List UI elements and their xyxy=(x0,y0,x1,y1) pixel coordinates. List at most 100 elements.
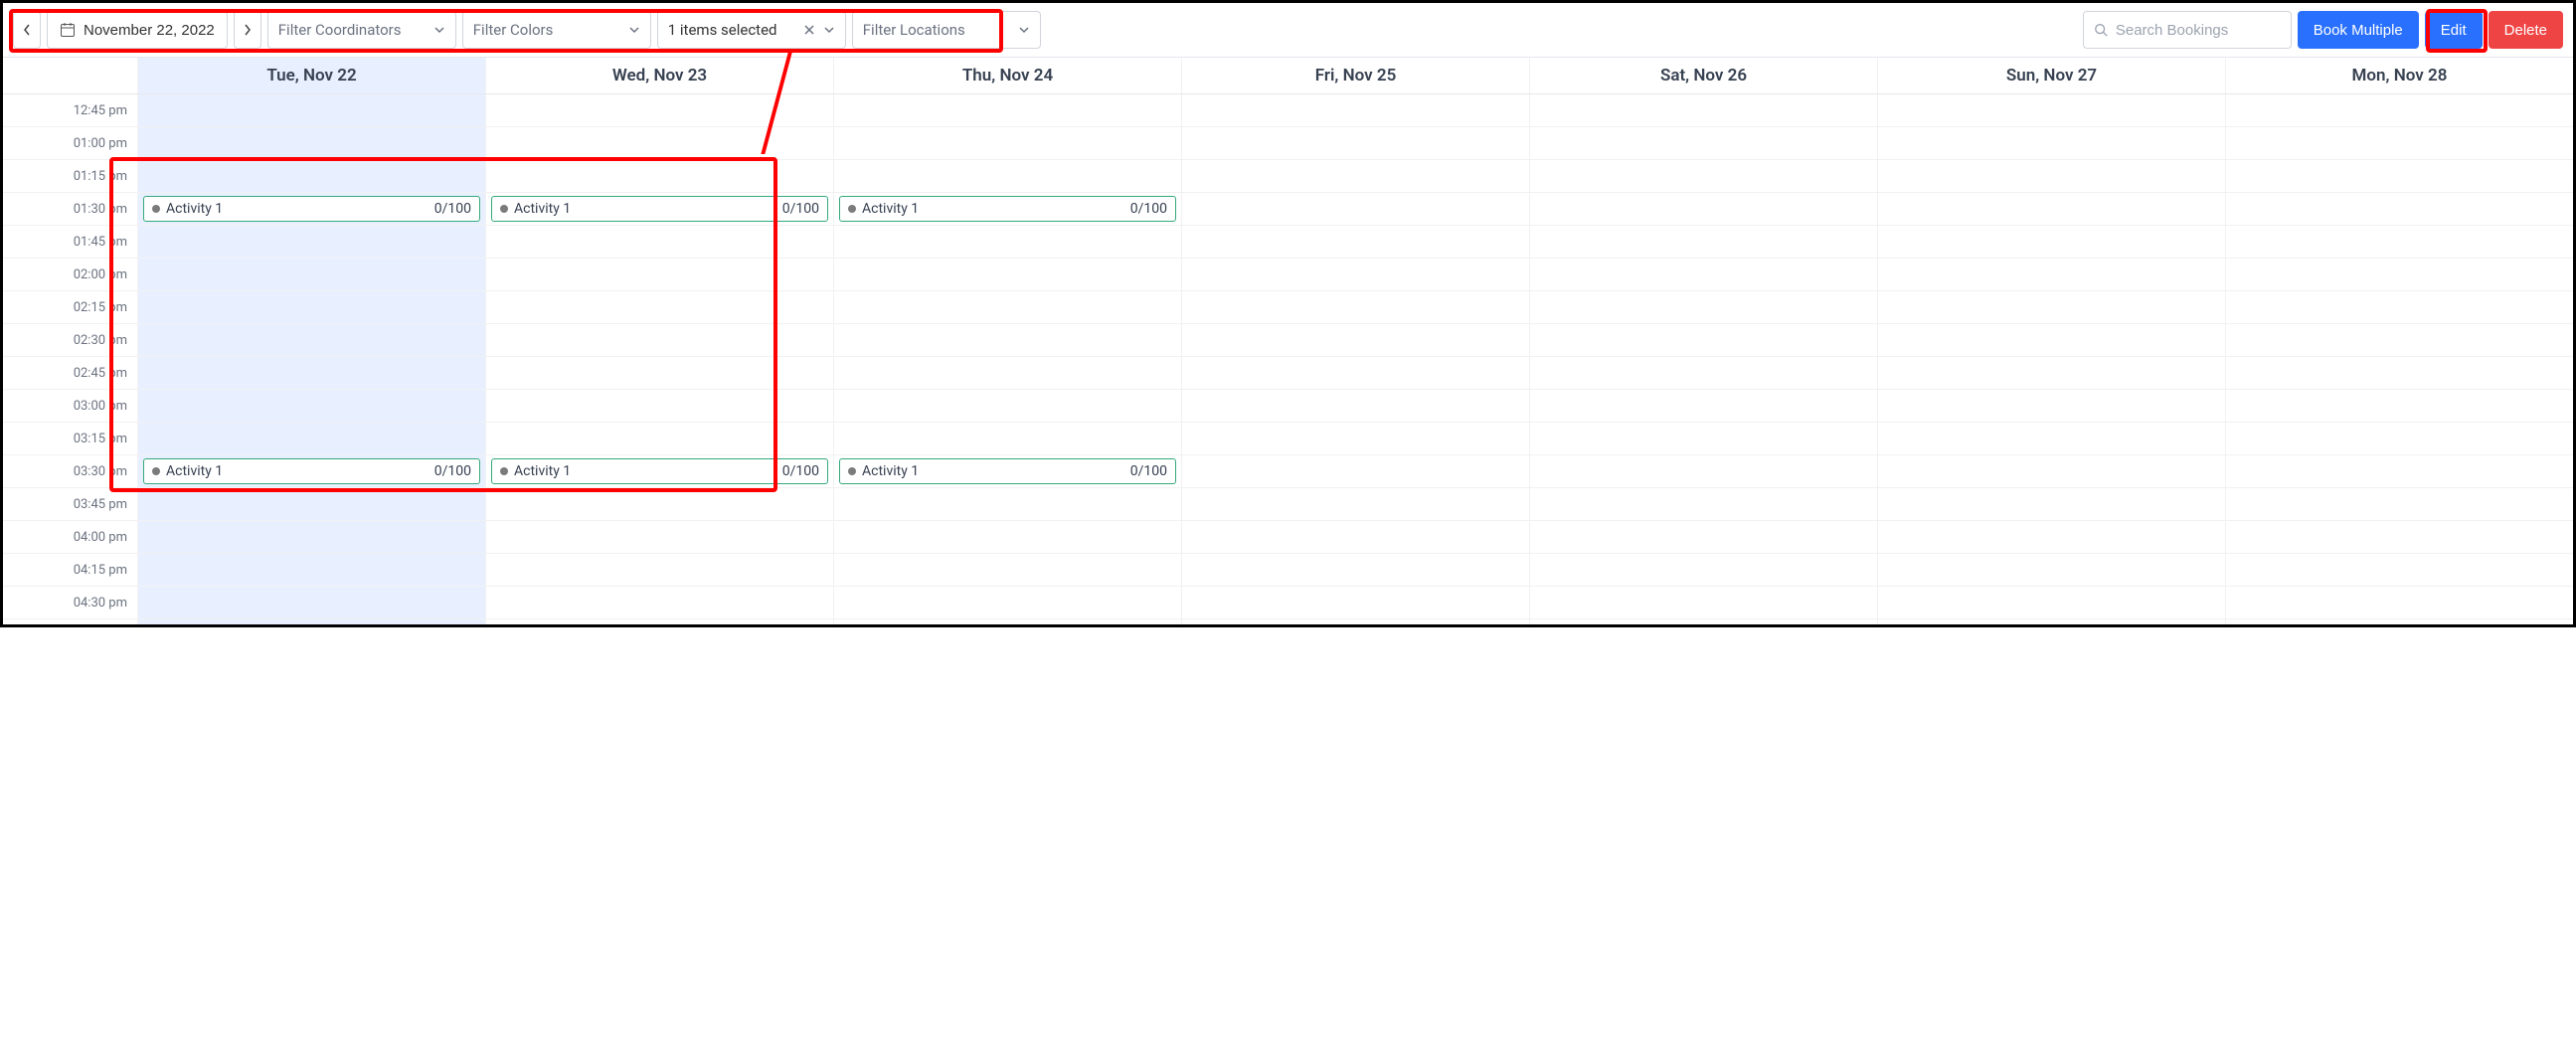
time-cell[interactable] xyxy=(1878,160,2225,193)
time-cell[interactable] xyxy=(1878,127,2225,160)
time-cell[interactable] xyxy=(1878,94,2225,127)
time-cell[interactable] xyxy=(486,291,833,324)
time-cell[interactable] xyxy=(1182,587,1529,619)
delete-button[interactable]: Delete xyxy=(2489,11,2563,49)
time-cell[interactable] xyxy=(834,488,1181,521)
time-cell[interactable] xyxy=(834,357,1181,390)
time-cell[interactable] xyxy=(1878,587,2225,619)
time-cell[interactable] xyxy=(1182,259,1529,291)
day-column[interactable] xyxy=(1529,94,1877,624)
time-cell[interactable] xyxy=(1182,488,1529,521)
time-cell[interactable] xyxy=(1878,619,2225,624)
edit-button[interactable]: Edit xyxy=(2425,11,2483,49)
time-cell[interactable] xyxy=(486,587,833,619)
time-cell[interactable] xyxy=(486,160,833,193)
booking-event[interactable]: Activity 10/100 xyxy=(143,196,480,222)
time-cell[interactable] xyxy=(834,291,1181,324)
filter-locations[interactable]: Filter Locations xyxy=(852,11,1041,49)
time-cell[interactable] xyxy=(834,521,1181,554)
time-cell[interactable] xyxy=(1878,521,2225,554)
time-cell[interactable] xyxy=(2226,324,2573,357)
time-cell[interactable] xyxy=(834,226,1181,259)
time-cell[interactable] xyxy=(486,423,833,455)
time-cell[interactable] xyxy=(138,357,485,390)
time-cell[interactable] xyxy=(138,488,485,521)
time-cell[interactable] xyxy=(834,259,1181,291)
time-cell[interactable]: Activity 10/100 xyxy=(138,193,485,226)
time-cell[interactable] xyxy=(138,259,485,291)
time-cell[interactable] xyxy=(1530,521,1877,554)
time-cell[interactable] xyxy=(1878,357,2225,390)
time-cell[interactable] xyxy=(2226,291,2573,324)
time-cell[interactable] xyxy=(138,619,485,624)
time-cell[interactable] xyxy=(2226,488,2573,521)
time-cell[interactable]: Activity 10/100 xyxy=(486,193,833,226)
time-cell[interactable] xyxy=(1530,587,1877,619)
time-cell[interactable] xyxy=(138,291,485,324)
time-cell[interactable] xyxy=(2226,455,2573,488)
time-cell[interactable] xyxy=(2226,587,2573,619)
time-cell[interactable] xyxy=(1878,554,2225,587)
time-cell[interactable] xyxy=(1182,554,1529,587)
time-cell[interactable] xyxy=(1182,324,1529,357)
time-cell[interactable] xyxy=(1530,554,1877,587)
time-cell[interactable] xyxy=(834,324,1181,357)
time-cell[interactable] xyxy=(1182,619,1529,624)
time-cell[interactable] xyxy=(1182,127,1529,160)
time-cell[interactable] xyxy=(138,587,485,619)
time-cell[interactable] xyxy=(486,357,833,390)
time-cell[interactable] xyxy=(1530,423,1877,455)
time-cell[interactable] xyxy=(1878,193,2225,226)
time-cell[interactable] xyxy=(834,390,1181,423)
time-cell[interactable] xyxy=(834,127,1181,160)
time-cell[interactable] xyxy=(2226,259,2573,291)
time-cell[interactable]: Activity 10/100 xyxy=(486,455,833,488)
time-cell[interactable] xyxy=(1182,94,1529,127)
time-cell[interactable] xyxy=(486,554,833,587)
time-cell[interactable] xyxy=(1530,193,1877,226)
time-cell[interactable] xyxy=(1878,226,2225,259)
time-cell[interactable] xyxy=(486,94,833,127)
time-cell[interactable] xyxy=(2226,160,2573,193)
time-cell[interactable] xyxy=(2226,619,2573,624)
time-cell[interactable] xyxy=(1182,291,1529,324)
time-cell[interactable] xyxy=(1530,619,1877,624)
time-cell[interactable] xyxy=(2226,127,2573,160)
time-cell[interactable] xyxy=(1530,226,1877,259)
time-cell[interactable] xyxy=(138,226,485,259)
time-cell[interactable] xyxy=(1182,521,1529,554)
time-cell[interactable] xyxy=(1878,390,2225,423)
time-cell[interactable] xyxy=(1878,455,2225,488)
time-cell[interactable] xyxy=(1878,291,2225,324)
time-cell[interactable] xyxy=(138,423,485,455)
time-cell[interactable] xyxy=(1530,127,1877,160)
day-column[interactable] xyxy=(1181,94,1529,624)
search-bookings[interactable] xyxy=(2083,11,2292,49)
day-column[interactable]: Activity 10/100Activity 10/100 xyxy=(833,94,1181,624)
time-cell[interactable]: Activity 10/100 xyxy=(138,455,485,488)
booking-event[interactable]: Activity 10/100 xyxy=(839,458,1176,484)
time-cell[interactable] xyxy=(138,390,485,423)
time-cell[interactable] xyxy=(834,587,1181,619)
day-column[interactable]: Activity 10/100 Activity 10/100 xyxy=(137,94,485,624)
time-cell[interactable] xyxy=(1182,357,1529,390)
time-cell[interactable] xyxy=(1530,324,1877,357)
time-cell[interactable] xyxy=(1878,259,2225,291)
time-cell[interactable] xyxy=(1530,390,1877,423)
time-cell[interactable] xyxy=(834,160,1181,193)
next-week-button[interactable] xyxy=(234,11,261,49)
time-cell[interactable] xyxy=(2226,423,2573,455)
date-picker-button[interactable]: November 22, 2022 xyxy=(47,11,228,49)
time-cell[interactable] xyxy=(486,390,833,423)
time-cell[interactable] xyxy=(2226,193,2573,226)
time-cell[interactable] xyxy=(2226,226,2573,259)
time-cell[interactable] xyxy=(1530,357,1877,390)
time-cell[interactable] xyxy=(1182,423,1529,455)
search-input[interactable] xyxy=(2116,22,2281,39)
time-cell[interactable] xyxy=(1182,226,1529,259)
time-cell[interactable] xyxy=(138,94,485,127)
booking-event[interactable]: Activity 10/100 xyxy=(491,458,828,484)
prev-week-button[interactable] xyxy=(13,11,41,49)
time-cell[interactable] xyxy=(1530,259,1877,291)
time-cell[interactable] xyxy=(486,488,833,521)
